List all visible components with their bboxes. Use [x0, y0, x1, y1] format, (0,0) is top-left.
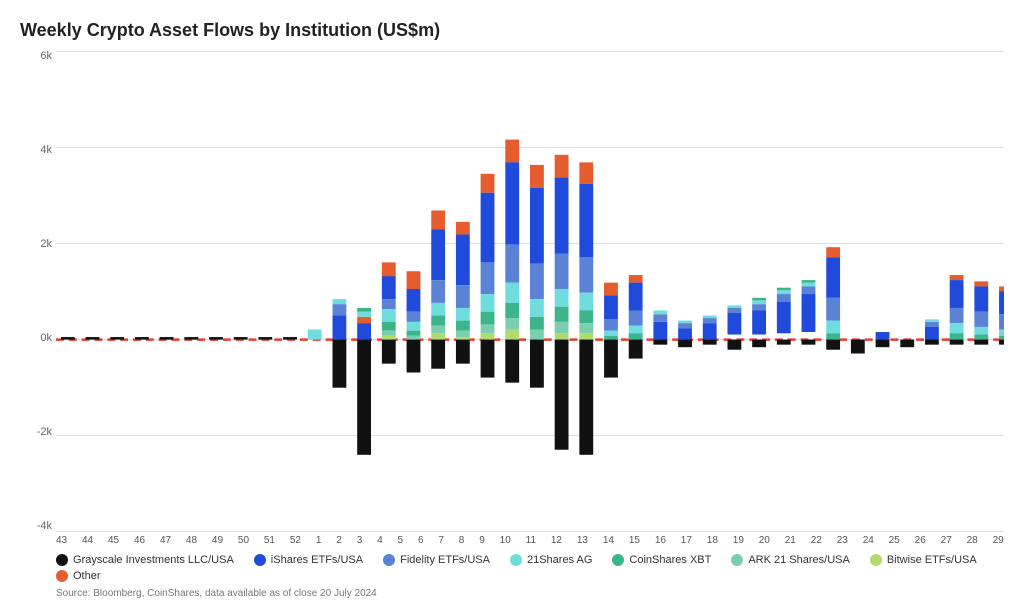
x-label: 18	[707, 535, 718, 546]
y-label-0k: 0k	[40, 333, 52, 344]
legend-item-coinshares: CoinShares XBT	[612, 554, 711, 566]
y-label-4k: 4k	[40, 145, 52, 156]
x-label: 49	[212, 535, 223, 546]
x-label: 13	[577, 535, 588, 546]
x-label: 46	[134, 535, 145, 546]
legend-item-grayscale: Grayscale Investments LLC/USA	[56, 554, 234, 566]
x-label: 43	[56, 535, 67, 546]
legend-item-bitwise: Bitwise ETFs/USA	[870, 554, 977, 566]
legend-item-ishares: iShares ETFs/USA	[254, 554, 363, 566]
legend-label-coinshares: CoinShares XBT	[629, 554, 711, 566]
x-label: 26	[915, 535, 926, 546]
x-label: 17	[681, 535, 692, 546]
x-label: 24	[863, 535, 874, 546]
legend-color-ark	[731, 554, 743, 566]
bars-section: // This won't work inside SVG, so we'll …	[56, 51, 1004, 532]
x-label: 10	[500, 535, 511, 546]
legend-label-ishares: iShares ETFs/USA	[271, 554, 363, 566]
grid-and-bars: 6k 4k 2k 0k -2k -4k	[20, 51, 1004, 532]
x-label: 7	[438, 535, 444, 546]
x-label: 8	[459, 535, 465, 546]
legend-item-ark: ARK 21 Shares/USA	[731, 554, 850, 566]
legend-label-bitwise: Bitwise ETFs/USA	[887, 554, 977, 566]
x-label: 28	[967, 535, 978, 546]
x-label: 20	[759, 535, 770, 546]
x-label: 44	[82, 535, 93, 546]
x-label: 14	[603, 535, 614, 546]
x-label: 45	[108, 535, 119, 546]
legend-item-other: Other	[56, 570, 101, 582]
x-label: 48	[186, 535, 197, 546]
legend-color-other	[56, 570, 68, 582]
x-label: 2	[336, 535, 342, 546]
x-label: 25	[889, 535, 900, 546]
legend-label-ark: ARK 21 Shares/USA	[748, 554, 850, 566]
chart-title: Weekly Crypto Asset Flows by Institution…	[20, 20, 1004, 41]
legend-color-ishares	[254, 554, 266, 566]
x-label: 12	[551, 535, 562, 546]
x-label: 3	[357, 535, 363, 546]
legend: Grayscale Investments LLC/USA iShares ET…	[56, 554, 1004, 582]
x-label: 47	[160, 535, 171, 546]
x-label: 1	[316, 535, 322, 546]
legend-color-21shares	[510, 554, 522, 566]
x-label: 50	[238, 535, 249, 546]
x-label: 11	[526, 535, 536, 546]
x-label: 9	[479, 535, 485, 546]
x-label: 5	[398, 535, 404, 546]
legend-item-21shares: 21Shares AG	[510, 554, 592, 566]
x-label: 19	[733, 535, 744, 546]
chart-area: 6k 4k 2k 0k -2k -4k	[20, 51, 1004, 599]
x-label: 4	[377, 535, 383, 546]
legend-label-other: Other	[73, 570, 101, 582]
legend-label-grayscale: Grayscale Investments LLC/USA	[73, 554, 234, 566]
x-label: 23	[837, 535, 848, 546]
legend-color-fidelity	[383, 554, 395, 566]
legend-color-coinshares	[612, 554, 624, 566]
y-label-6k: 6k	[40, 51, 52, 62]
y-axis: 6k 4k 2k 0k -2k -4k	[20, 51, 56, 532]
legend-color-bitwise	[870, 554, 882, 566]
bars-chart: // This won't work inside SVG, so we'll …	[56, 51, 1004, 532]
x-label: 22	[811, 535, 822, 546]
y-label-neg4k: -4k	[37, 521, 52, 532]
x-label: 52	[290, 535, 301, 546]
source-text: Source: Bloomberg, CoinShares, data avai…	[56, 588, 1004, 599]
x-label: 51	[264, 535, 275, 546]
legend-label-fidelity: Fidelity ETFs/USA	[400, 554, 490, 566]
x-label: 27	[941, 535, 952, 546]
x-axis: 43 44 45 46 47 48 49 50 51 52 1 2 3 4 5 …	[56, 532, 1004, 546]
chart-container: Weekly Crypto Asset Flows by Institution…	[0, 0, 1024, 609]
x-label: 29	[993, 535, 1004, 546]
y-label-2k: 2k	[40, 239, 52, 250]
x-labels: 43 44 45 46 47 48 49 50 51 52 1 2 3 4 5 …	[56, 535, 1004, 546]
x-label: 16	[655, 535, 666, 546]
y-label-neg2k: -2k	[37, 427, 52, 438]
legend-label-21shares: 21Shares AG	[527, 554, 592, 566]
legend-item-fidelity: Fidelity ETFs/USA	[383, 554, 490, 566]
x-label: 15	[629, 535, 640, 546]
x-label: 6	[418, 535, 424, 546]
x-label: 21	[785, 535, 796, 546]
legend-color-grayscale	[56, 554, 68, 566]
